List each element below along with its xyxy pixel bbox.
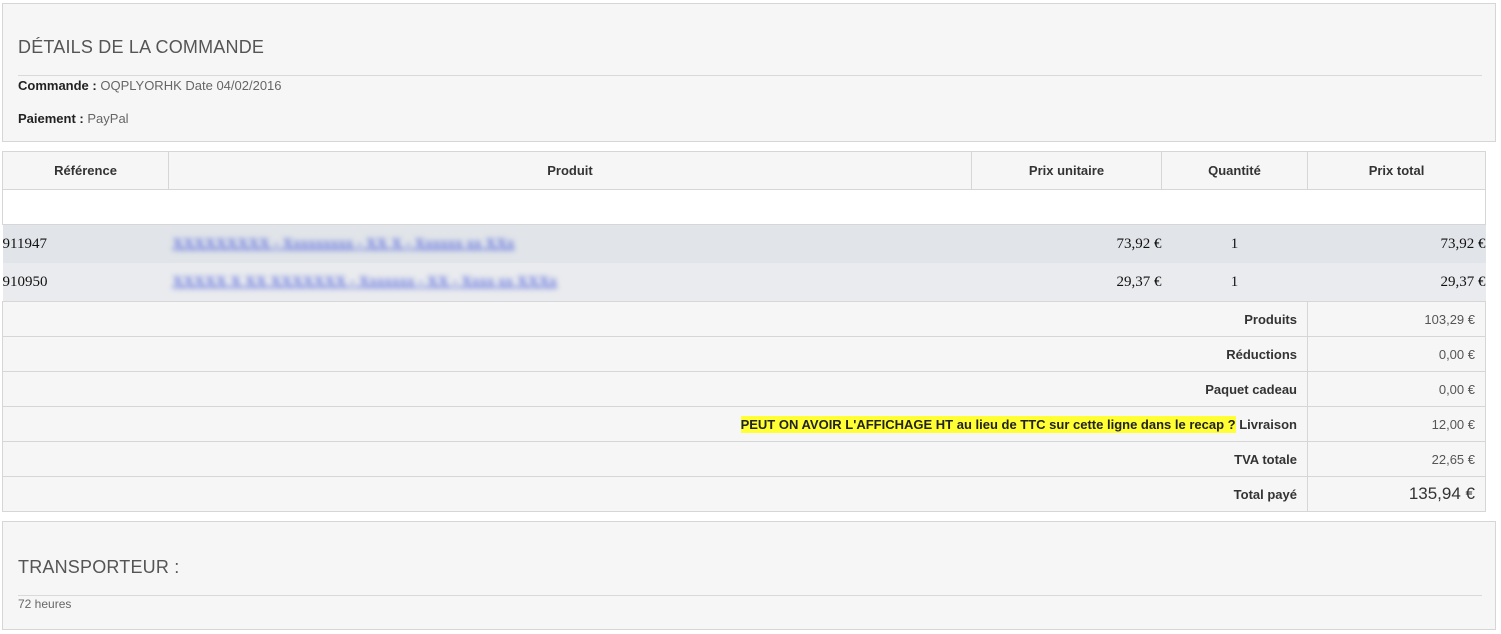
summary-row-vat: TVA totale 22,65 € — [2, 441, 1486, 477]
header-total-price: Prix total — [1307, 151, 1486, 190]
divider — [18, 75, 1482, 76]
payment-method: PayPal — [87, 111, 129, 126]
item-unit-price: 73,92 € — [971, 224, 1162, 263]
item-reference: 911947 — [2, 224, 169, 263]
order-info: Commande : OQPLYORHK Date 04/02/2016 — [18, 78, 282, 93]
total-value: 135,94 € — [1307, 476, 1486, 512]
shipping-label-cell: PEUT ON AVOIR L'AFFICHAGE HT au lieu de … — [2, 406, 1308, 442]
order-date: Date 04/02/2016 — [185, 78, 282, 93]
summary-row-shipping: PEUT ON AVOIR L'AFFICHAGE HT au lieu de … — [2, 406, 1486, 442]
shipping-label: Livraison — [1239, 416, 1297, 432]
summary-row-total: Total payé 135,94 € — [2, 476, 1486, 512]
product-link[interactable]: XXXXXXXXX - Xxxxxxxxx - XX X - Xxxxxx xx… — [169, 236, 515, 253]
item-total-price: 29,37 € — [1307, 263, 1486, 302]
divider — [18, 595, 1482, 596]
vat-label: TVA totale — [2, 441, 1308, 477]
item-unit-price: 29,37 € — [971, 263, 1162, 302]
order-details-title: DÉTAILS DE LA COMMANDE — [18, 37, 265, 57]
payment-label: Paiement : — [18, 111, 84, 126]
item-quantity: 1 — [1161, 263, 1308, 302]
table-row: 911947 XXXXXXXXX - Xxxxxxxxx - XX X - Xx… — [2, 224, 1486, 263]
item-product-cell: XXXXX X XX XXXXXXX - Xxxxxxx - XX - Xxxx… — [168, 263, 972, 302]
order-label: Commande : — [18, 78, 97, 93]
gift-label: Paquet cadeau — [2, 371, 1308, 407]
product-link[interactable]: XXXXX X XX XXXXXXX - Xxxxxxx - XX - Xxxx… — [169, 274, 558, 291]
products-label: Produits — [2, 301, 1308, 337]
payment-info: Paiement : PayPal — [18, 111, 129, 126]
header-product: Produit — [168, 151, 972, 190]
item-reference: 910950 — [2, 263, 169, 302]
gift-value: 0,00 € — [1307, 371, 1486, 407]
carrier-panel: TRANSPORTEUR : 72 heures — [2, 521, 1496, 630]
item-product-cell: XXXXXXXXX - Xxxxxxxxx - XX X - Xxxxxx xx… — [168, 224, 972, 263]
order-details-panel: DÉTAILS DE LA COMMANDE Commande : OQPLYO… — [2, 3, 1496, 142]
shipping-note-highlight: PEUT ON AVOIR L'AFFICHAGE HT au lieu de … — [740, 415, 1236, 433]
item-total-price: 73,92 € — [1307, 224, 1486, 263]
summary-row-products: Produits 103,29 € — [2, 301, 1486, 337]
discounts-label: Réductions — [2, 336, 1308, 372]
table-header-row: Référence Produit Prix unitaire Quantité… — [2, 151, 1486, 190]
discounts-value: 0,00 € — [1307, 336, 1486, 372]
carrier-title: TRANSPORTEUR : — [18, 557, 180, 577]
summary-row-discounts: Réductions 0,00 € — [2, 336, 1486, 372]
carrier-delay: 72 heures — [18, 597, 72, 611]
empty-row — [2, 189, 1486, 225]
header-quantity: Quantité — [1161, 151, 1308, 190]
header-reference: Référence — [2, 151, 169, 190]
header-unit-price: Prix unitaire — [971, 151, 1162, 190]
total-label: Total payé — [2, 476, 1308, 512]
vat-value: 22,65 € — [1307, 441, 1486, 477]
table-row: 910950 XXXXX X XX XXXXXXX - Xxxxxxx - XX… — [2, 263, 1486, 302]
item-quantity: 1 — [1161, 224, 1308, 263]
shipping-value: 12,00 € — [1307, 406, 1486, 442]
summary-row-gift: Paquet cadeau 0,00 € — [2, 371, 1486, 407]
order-table: Référence Produit Prix unitaire Quantité… — [2, 151, 1486, 512]
order-reference: OQPLYORHK — [100, 78, 182, 93]
products-value: 103,29 € — [1307, 301, 1486, 337]
